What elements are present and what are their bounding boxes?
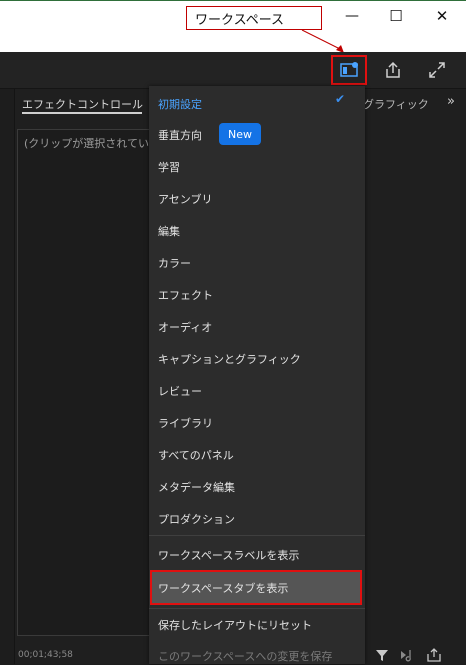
menu-item-editing[interactable]: 編集	[158, 223, 180, 239]
export-icon[interactable]	[426, 648, 442, 665]
workspace-button[interactable]	[336, 58, 362, 82]
share-icon	[386, 61, 400, 78]
menu-item-assembly[interactable]: アセンブリ	[158, 191, 212, 207]
menu-item-libraries[interactable]: ライブラリ	[158, 415, 213, 431]
menu-item-reset-layout[interactable]: 保存したレイアウトにリセット	[158, 617, 312, 633]
menu-item-review[interactable]: レビュー	[158, 383, 202, 399]
menu-item-effects[interactable]: エフェクト	[158, 287, 213, 303]
workspace-menu: 初期設定 ✔ 垂直方向 New 学習 アセンブリ 編集 カラー エフェクト オー…	[149, 86, 365, 664]
filter-icon[interactable]	[375, 648, 389, 665]
menu-item-captions-graphics[interactable]: キャプションとグラフィック	[158, 351, 301, 367]
menu-item-show-tabs[interactable]: ワークスペースタブを表示	[158, 580, 288, 596]
menu-item-show-labels[interactable]: ワークスペースラベルを表示	[158, 547, 299, 563]
menu-item-audio[interactable]: オーディオ	[158, 319, 212, 335]
fullscreen-button[interactable]	[424, 58, 450, 82]
timecode: 00;01;43;58	[18, 650, 73, 660]
callout-label: ワークスペース	[195, 12, 285, 28]
maximize-button[interactable]: ☐	[374, 4, 418, 28]
menu-item-metadata[interactable]: メタデータ編集	[158, 479, 235, 495]
right-panel	[365, 89, 466, 664]
close-icon: ✕	[435, 7, 449, 25]
menu-item-default[interactable]: 初期設定	[158, 96, 202, 112]
new-badge: New	[219, 123, 261, 145]
panel-title: エフェクトコントロール	[22, 98, 143, 111]
check-icon: ✔	[335, 92, 346, 106]
panel-tab[interactable]: エフェクトコントロール	[14, 93, 154, 114]
tab-underline	[22, 112, 142, 114]
audio-icon[interactable]	[400, 648, 416, 665]
panel-content: (クリップが選択されていませ	[17, 129, 171, 636]
close-button[interactable]: ✕	[420, 4, 464, 28]
menu-item-color[interactable]: カラー	[158, 255, 191, 271]
maximize-icon: ☐	[389, 7, 403, 25]
share-button[interactable]	[380, 58, 406, 82]
more-panels-icon[interactable]: »	[447, 94, 455, 109]
menu-item-save-changes: このワークスペースへの変更を保存	[158, 650, 333, 663]
tab-graphics[interactable]: グラフィック	[363, 96, 429, 112]
menu-item-vertical[interactable]: 垂直方向	[158, 127, 202, 143]
menu-item-learning[interactable]: 学習	[158, 159, 180, 175]
workspace-callout: ワークスペース	[186, 6, 322, 30]
minimize-button[interactable]: —	[330, 4, 374, 28]
workspace-icon	[340, 62, 358, 77]
minimize-icon: —	[345, 8, 359, 24]
menu-divider	[149, 608, 365, 609]
menu-divider	[149, 535, 365, 536]
menu-item-all-panels[interactable]: すべてのパネル	[158, 447, 234, 463]
menu-item-production[interactable]: プロダクション	[158, 511, 235, 527]
fullscreen-icon	[429, 62, 445, 78]
